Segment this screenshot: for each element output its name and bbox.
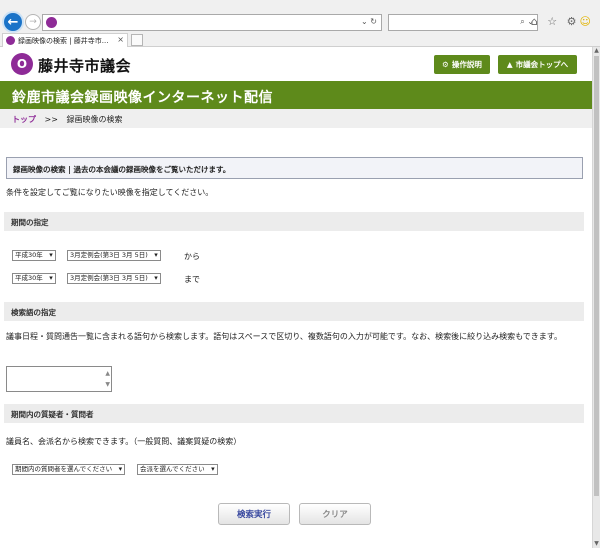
council-top-button[interactable]: ▲ 市議会トップへ [498, 55, 577, 74]
home-icon: ▲ [506, 60, 513, 69]
breadcrumb-home-link[interactable]: トップ [12, 115, 36, 124]
tab-title: 録画映像の検索 | 藤井寺市... [18, 37, 109, 45]
breadcrumb-current: 録画映像の検索 [66, 115, 123, 124]
breadcrumb-separator: >> [44, 115, 58, 124]
to-era-select[interactable]: 平成30年 [12, 273, 56, 284]
keyword-textarea[interactable]: ▲ ▼ [6, 366, 112, 392]
logo-mark-letter: O [16, 57, 28, 71]
period-heading-label: 期間の指定 [11, 218, 49, 227]
notice-box: 録画映像の検索 | 過去の本会議の録画映像をご覧いただけます。 [6, 157, 583, 179]
browser-chrome: ← → ⌄ ↻ ⌕ ⌄ ⌂ ☆ ⚙☺ 録画映像の検索 | 藤井寺市... × [0, 0, 600, 47]
site-favicon-icon [46, 17, 57, 28]
city-logo-icon[interactable]: O [11, 53, 33, 75]
to-era-value: 平成30年 [15, 274, 43, 282]
intro-text: 条件を設定してご覧になりたい映像を指定してください。 [6, 188, 214, 197]
from-era-select[interactable]: 平成30年 [12, 250, 56, 261]
manual-button-label: 操作説明 [451, 60, 482, 69]
speaker-description: 議員名、会派名から検索できます。（一般質問、議案質疑の検索） [6, 437, 242, 446]
smiley-icon[interactable]: ☺ [580, 15, 594, 28]
keyword-heading: 検索語の指定 [4, 302, 584, 321]
page-banner: 鈴鹿市議会録画映像インターネット配信 [0, 81, 592, 109]
manual-button[interactable]: ⚙ 操作説明 [434, 55, 490, 74]
scroll-down-icon[interactable]: ▼ [593, 540, 600, 548]
member-select-value: 期間内の質問者を選んでください [15, 465, 113, 473]
forward-button[interactable]: → [25, 14, 41, 30]
party-select-value: 会派を選んでください [140, 465, 205, 473]
arrow-right-icon: → [29, 17, 37, 27]
banner-title: 鈴鹿市議会録画映像インターネット配信 [12, 90, 273, 106]
from-session-select[interactable]: 3月定例会(第3日 3月 5日) [67, 250, 161, 261]
close-icon[interactable]: × [117, 35, 124, 44]
arrow-left-icon: ← [7, 14, 19, 30]
new-tab-button[interactable] [131, 34, 143, 46]
site-logo-text[interactable]: 藤井寺市議会 [38, 55, 131, 76]
home-star-gear-icons[interactable]: ⌂ ☆ ⚙ [531, 15, 580, 28]
from-session-value: 3月定例会(第3日 3月 5日) [70, 251, 148, 259]
scroll-thumb[interactable] [594, 56, 599, 496]
back-button[interactable]: ← [2, 11, 24, 33]
to-session-value: 3月定例会(第3日 3月 5日) [70, 274, 148, 282]
tab-favicon-icon [6, 36, 15, 45]
textarea-scroll-icon[interactable]: ▲ ▼ [105, 368, 110, 390]
gear-icon: ⚙ [442, 60, 449, 69]
browser-toolbar: ⌂ ☆ ⚙☺ [531, 15, 594, 28]
party-select[interactable]: 会派を選んでください [137, 464, 218, 475]
search-submit-button[interactable]: 検索実行 [218, 503, 290, 525]
scroll-up-icon[interactable]: ▲ [593, 47, 600, 55]
period-heading: 期間の指定 [4, 212, 584, 231]
notice-text: 録画映像の検索 | 過去の本会議の録画映像をご覧いただけます。 [13, 165, 231, 174]
keyword-description: 議事日程・質問通告一覧に含まれる語句から検索します。語句はスペースで区切り、複数… [6, 332, 562, 341]
speaker-heading-label: 期間内の質疑者・質問者 [11, 410, 94, 419]
site-header: O 藤井寺市議会 ⚙ 操作説明 ▲ 市議会トップへ [0, 47, 592, 81]
ta-up-icon: ▲ [105, 370, 110, 377]
from-label: から [184, 252, 200, 261]
keyword-heading-label: 検索語の指定 [11, 308, 56, 317]
breadcrumb: トップ >> 録画映像の検索 [0, 109, 592, 128]
ta-down-icon: ▼ [105, 381, 110, 388]
speaker-heading: 期間内の質疑者・質問者 [4, 404, 584, 423]
page-scrollbar[interactable]: ▲ ▼ [592, 47, 600, 548]
address-bar[interactable]: ⌄ ↻ [42, 14, 382, 31]
address-actions-icon[interactable]: ⌄ ↻ [361, 17, 377, 26]
browser-search-input[interactable]: ⌕ ⌄ [388, 14, 538, 31]
from-era-value: 平成30年 [15, 251, 43, 259]
clear-button[interactable]: クリア [299, 503, 371, 525]
to-session-select[interactable]: 3月定例会(第3日 3月 5日) [67, 273, 161, 284]
clear-label: クリア [322, 510, 348, 520]
council-top-label: 市議会トップへ [515, 60, 569, 69]
search-submit-label: 検索実行 [236, 510, 271, 520]
to-label: まで [184, 275, 200, 284]
member-select[interactable]: 期間内の質問者を選んでください [12, 464, 126, 475]
browser-tab[interactable]: 録画映像の検索 | 藤井寺市... × [2, 33, 128, 47]
